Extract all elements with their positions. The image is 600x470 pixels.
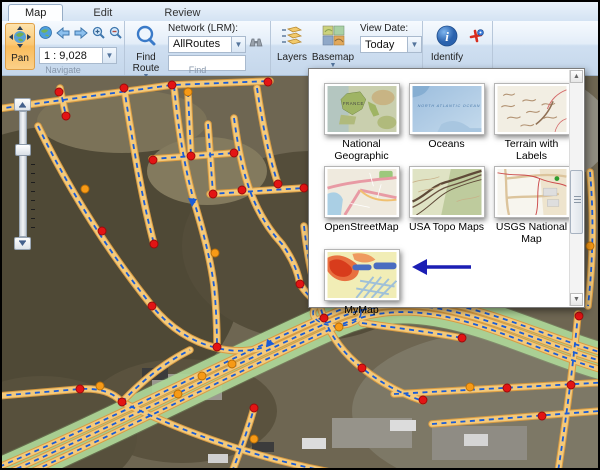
basemap-item-label: Terrain with Labels [492,138,572,162]
ribbon-group-identify: i Identify [422,21,492,75]
add-point-event-icon[interactable] [468,29,484,50]
network-combobox[interactable]: AllRoutes ▼ [168,36,246,53]
full-extent-globe-icon[interactable] [39,26,52,44]
svg-text:FRANCE: FRANCE [342,101,363,106]
basemap-item-label: National Geographic [322,138,402,162]
slider-tick [31,227,35,228]
thumbnail-usa-topo-maps[interactable] [409,166,485,218]
scrollbar-down-arrow[interactable]: ▼ [570,293,583,306]
tab-map[interactable]: Map [8,4,63,21]
scrollbar-grip [574,199,581,200]
gallery-scrollbar[interactable]: ▲ ▼ [569,70,583,306]
scale-dropdown-arrow-icon[interactable]: ▼ [102,48,116,63]
basemap-button[interactable]: Basemap ▼ [310,23,356,70]
scale-combobox[interactable]: 1 : 9,028 ▼ [39,47,117,64]
ribbon-tab-bar: Map Edit Review [2,2,598,21]
basemap-gallery-panel: FRANCE National Geographic NORTH ATLANTI… [308,68,585,308]
slider-tick [31,218,35,219]
tab-review[interactable]: Review [148,5,216,21]
find-route-magnifier-icon [135,25,157,50]
thumbnail-national-geographic[interactable]: FRANCE [324,83,400,135]
view-date-combobox[interactable]: Today ▼ [360,36,422,53]
slider-tick [31,164,35,165]
layers-label: Layers [277,52,307,63]
selection-arrow-icon [411,257,473,277]
zoom-out-icon[interactable] [109,26,122,44]
identify-info-icon: i [436,25,458,50]
zoom-slider-bottom-button[interactable] [14,237,31,250]
application-window: Map Edit Review Pan [0,0,600,470]
basemap-item-national-geographic[interactable]: FRANCE National Geographic [319,83,404,162]
network-dropdown-arrow-icon[interactable]: ▼ [231,37,245,52]
next-extent-arrow-icon[interactable] [74,26,88,44]
svg-text:NORTH ATLANTIC OCEAN: NORTH ATLANTIC OCEAN [417,104,480,108]
layers-button[interactable]: Layers [274,23,310,65]
navigate-group-label: Navigate [2,65,124,75]
basemap-item-label: MyMap [322,304,402,316]
find-group-label: Find [125,65,270,75]
view-date-label: View Date: [360,23,422,34]
view-date-dropdown-arrow-icon[interactable]: ▼ [407,37,421,52]
ribbon-group-display: Layers Basemap ▼ View Date: [270,21,422,75]
network-value: AllRoutes [169,38,231,50]
basemap-item-terrain-with-labels[interactable]: Terrain with Labels [489,83,574,162]
slider-tick [31,209,35,210]
thumbnail-usgs-national-map[interactable] [494,166,570,218]
zoom-in-icon[interactable] [92,26,105,44]
pan-button-label: Pan [11,53,29,64]
pan-button[interactable]: Pan [5,23,35,70]
identify-label: Identify [431,52,463,63]
binoculars-search-icon[interactable] [249,35,263,53]
basemap-item-usa-topo-maps[interactable]: USA Topo Maps [404,166,489,245]
basemap-item-oceans[interactable]: NORTH ATLANTIC OCEAN Oceans [404,83,489,162]
slider-tick [31,182,35,183]
basemap-item-usgs-national-map[interactable]: USGS National Map [489,166,574,245]
zoom-slider-top-button[interactable] [14,98,31,111]
scrollbar-thumb[interactable] [570,170,583,234]
slider-tick [31,173,35,174]
network-lrm-label: Network (LRM): [168,23,264,34]
basemap-gallery-grid: FRANCE National Geographic NORTH ATLANTI… [319,83,569,316]
view-date-value: Today [361,39,407,51]
previous-extent-arrow-icon[interactable] [56,26,70,44]
basemap-item-label: OpenStreetMap [322,221,402,233]
slider-tick [31,200,35,201]
scrollbar-up-arrow[interactable]: ▲ [570,70,583,83]
pan-globe-icon [9,26,31,51]
thumbnail-terrain-with-labels[interactable] [494,83,570,135]
thumbnail-mymap[interactable] [324,249,400,301]
ribbon-empty-space [492,21,598,75]
thumbnail-oceans[interactable]: NORTH ATLANTIC OCEAN [409,83,485,135]
ribbon-group-find: Find Route ▼ Network (LRM): AllRoutes ▼ [124,21,270,75]
map-zoom-slider[interactable] [14,98,34,250]
basemap-item-mymap[interactable]: MyMap [319,249,404,316]
basemap-item-label: USA Topo Maps [407,221,487,233]
basemap-tiles-icon [322,25,345,50]
zoom-slider-handle[interactable] [15,144,31,156]
basemap-item-label: Oceans [407,138,487,150]
zoom-slider-track[interactable] [19,111,27,237]
scale-value: 1 : 9,028 [40,50,102,62]
basemap-item-openstreetmap[interactable]: OpenStreetMap [319,166,404,245]
svg-text:i: i [445,29,449,44]
identify-button[interactable]: i Identify [426,23,468,65]
basemap-item-label: USGS National Map [492,221,572,245]
tab-edit[interactable]: Edit [77,5,128,21]
slider-tick [31,191,35,192]
ribbon-group-navigate: Pan [2,21,124,75]
thumbnail-openstreetmap[interactable] [324,166,400,218]
layers-icon [280,25,304,50]
